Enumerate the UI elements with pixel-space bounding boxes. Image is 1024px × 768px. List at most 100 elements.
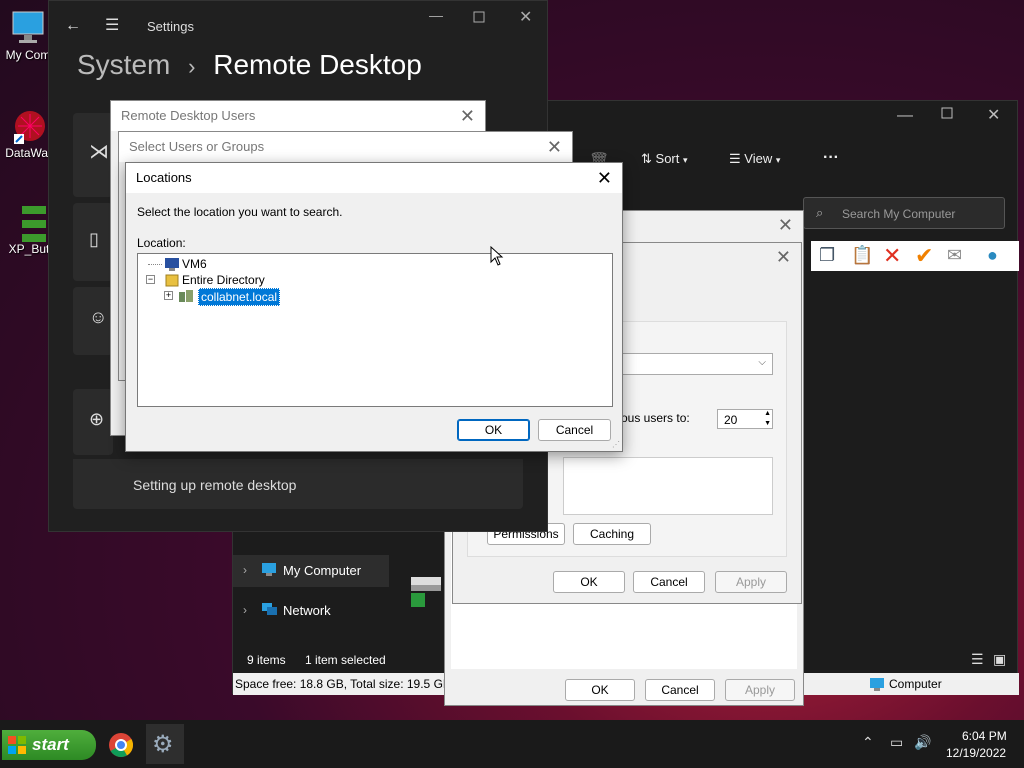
setup-link[interactable]: Setting up remote desktop — [133, 477, 296, 493]
globe-icon: ⊕ — [89, 409, 105, 429]
dialog-title-text: Select Users or Groups — [129, 139, 265, 154]
remote-desktop-toggle-tile[interactable]: ⋊ — [73, 113, 113, 197]
shell-icon[interactable]: ● — [987, 245, 998, 266]
location-tree[interactable]: VM6 − Entire Directory + collabnet.local — [137, 253, 613, 407]
drive-icon[interactable] — [409, 571, 445, 607]
nav-label: Network — [283, 603, 331, 618]
clock-date[interactable]: 12/19/2022 — [946, 746, 1006, 760]
dialog-title-text: Locations — [136, 170, 192, 185]
spin-up-icon[interactable]: ▲ — [764, 410, 771, 417]
chevron-right-icon: › — [243, 603, 247, 617]
dialog-title: Remote Desktop Users ✕ — [111, 101, 485, 131]
expand-icon[interactable]: + — [164, 291, 173, 300]
spin-down-icon[interactable]: ▼ — [764, 420, 771, 427]
dialog-title: Locations ✕ — [126, 163, 622, 193]
close-button[interactable]: ✕ — [778, 215, 793, 236]
cancel-button[interactable]: Cancel — [633, 571, 705, 593]
delete-x-icon[interactable]: ✕ — [883, 243, 901, 269]
volume-icon[interactable]: 🔊 — [914, 734, 931, 751]
datawag-icon — [12, 108, 48, 144]
breadcrumb-parent[interactable]: System — [77, 49, 170, 80]
ok-button[interactable]: OK — [565, 679, 635, 701]
more-button[interactable]: ··· — [823, 149, 839, 167]
page-title: Remote Desktop — [213, 49, 422, 80]
maximize-button[interactable] — [941, 107, 953, 119]
details-view-icon[interactable]: ☰ — [971, 651, 984, 668]
view-label: View — [744, 151, 773, 166]
close-button[interactable]: ✕ — [547, 132, 562, 162]
directory-icon — [164, 272, 180, 288]
nav-item-my-computer[interactable]: › My Computer — [233, 555, 389, 587]
back-arrow-icon[interactable]: ← — [65, 17, 81, 35]
chevron-right-icon: › — [243, 563, 247, 577]
related-tile[interactable]: ⊕ — [73, 389, 113, 455]
remote-icon: ⋊ — [89, 141, 109, 163]
windows-logo-icon — [8, 736, 26, 754]
close-button[interactable]: ✕ — [987, 105, 1000, 125]
tree-item-label: Entire Directory — [182, 273, 265, 287]
dropdown[interactable]: ⌵ — [613, 353, 773, 375]
chevron-down-icon: ⌵ — [758, 357, 766, 368]
network-icon — [261, 601, 277, 617]
search-box[interactable]: ⌕ Search My Computer — [803, 197, 1005, 229]
chevron-up-icon[interactable]: ⌃ — [862, 734, 874, 751]
close-button[interactable]: ✕ — [519, 7, 532, 27]
minimize-button[interactable]: — — [429, 7, 443, 23]
copy-icon[interactable]: ❐ — [819, 245, 835, 266]
start-label: start — [32, 735, 69, 754]
ok-button[interactable]: OK — [457, 419, 530, 441]
breadcrumb: System › Remote Desktop — [77, 49, 422, 81]
computer-icon — [869, 676, 885, 692]
tiles-view-icon[interactable]: ▣ — [993, 651, 1006, 668]
minimize-button[interactable]: — — [897, 107, 913, 125]
cancel-button[interactable]: Cancel — [538, 419, 611, 441]
view-button[interactable]: ☰ View ▾ — [729, 151, 780, 167]
cancel-button[interactable]: Cancel — [645, 679, 715, 701]
users-tile[interactable]: ☺ — [73, 287, 113, 355]
instruction-text: Select the location you want to search. — [137, 205, 343, 219]
users-limit-spinner[interactable]: 20 ▲ ▼ — [717, 409, 773, 429]
chevron-down-icon: ▾ — [775, 155, 781, 165]
monitor-icon — [10, 10, 46, 46]
maximize-button[interactable] — [473, 11, 485, 23]
nla-tile[interactable]: ▯ — [73, 203, 113, 281]
hamburger-menu-icon[interactable]: ☰ — [105, 15, 119, 35]
chrome-icon[interactable] — [108, 732, 134, 758]
resize-grip-icon[interactable]: ⋰ — [612, 440, 620, 449]
location-label: Computer — [889, 677, 942, 691]
user-check-icon: ☺ — [89, 307, 108, 327]
tree-item-label-selected: collabnet.local — [198, 288, 281, 306]
check-icon[interactable]: ✔ — [915, 243, 933, 269]
collapse-icon[interactable]: − — [146, 275, 155, 284]
view-icon: ☰ — [729, 151, 741, 166]
users-limit-label: ous users to: — [621, 411, 690, 425]
mouse-cursor-icon — [490, 246, 504, 266]
apply-button[interactable]: Apply — [715, 571, 787, 593]
mail-icon[interactable]: ✉ — [947, 245, 962, 266]
close-button[interactable]: ✕ — [597, 163, 612, 193]
settings-taskbar-button[interactable]: ⚙ — [146, 724, 184, 764]
network-tray-icon[interactable]: ▭ — [890, 734, 903, 751]
gear-icon: ⚙ — [152, 731, 174, 758]
clock-time[interactable]: 6:04 PM — [962, 729, 1007, 743]
start-button[interactable]: start — [2, 730, 96, 760]
taskbar: start ⚙ ⌃ ▭ 🔊 6:04 PM 12/19/2022 — [0, 720, 1024, 768]
ok-button[interactable]: OK — [553, 571, 625, 593]
breadcrumb-separator: › — [188, 54, 196, 79]
setup-remote-desktop-row[interactable]: Setting up remote desktop — [73, 459, 523, 509]
close-button[interactable]: ✕ — [776, 247, 791, 268]
search-placeholder: Search My Computer — [842, 207, 956, 221]
status-items: 9 items — [247, 653, 286, 667]
space-info: Space free: 18.8 GB, Total size: 19.5 GB — [235, 677, 451, 691]
apply-button[interactable]: Apply — [725, 679, 795, 701]
close-button[interactable]: ✕ — [460, 101, 475, 131]
caching-button[interactable]: Caching — [573, 523, 651, 545]
users-limit-value: 20 — [724, 413, 738, 427]
status-selected: 1 item selected — [305, 653, 386, 667]
nav-item-network[interactable]: › Network — [233, 595, 389, 627]
search-icon: ⌕ — [816, 205, 824, 220]
xp-buttons-icon — [16, 204, 52, 242]
paste-icon[interactable]: 📋 — [851, 245, 873, 266]
comment-box[interactable] — [563, 457, 773, 515]
sort-button[interactable]: ⇅ Sort ▾ — [641, 151, 688, 167]
